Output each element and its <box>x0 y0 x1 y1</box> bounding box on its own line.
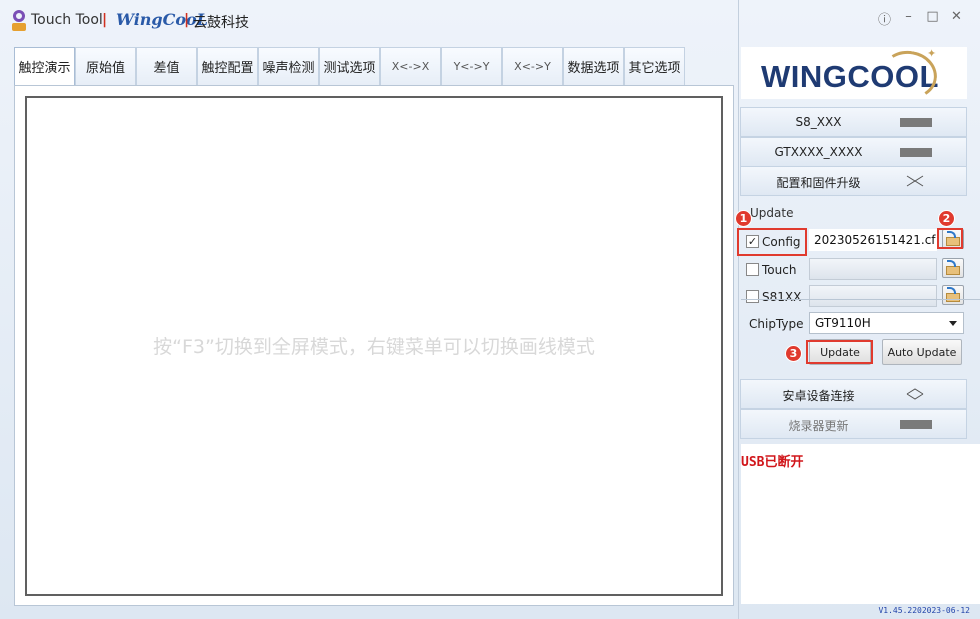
status-block-icon <box>900 118 932 127</box>
touch-demo-panel: 按“F3”切换到全屏模式，右键菜单可以切换画线模式 <box>14 85 734 606</box>
maximize-icon[interactable]: □ <box>925 9 940 28</box>
tab-diff-value[interactable]: 差值 <box>136 47 197 85</box>
refresh-arrow-icon <box>947 260 956 267</box>
s81xx-checkbox[interactable] <box>746 290 759 303</box>
tab-other-options[interactable]: 其它选项 <box>624 47 685 85</box>
title-bar: Touch Tool | WingCooL | 云鼓科技 <box>0 0 740 42</box>
config-path-field[interactable]: 20230526151421.cfg <box>809 229 937 251</box>
expand-chevron-icon <box>906 388 924 400</box>
log-message: USB已断开 <box>741 455 804 470</box>
logo-star-icon: ✦ <box>927 47 937 60</box>
auto-update-button[interactable]: Auto Update <box>882 339 962 365</box>
chiptype-select[interactable]: GT9110H <box>809 312 964 334</box>
s81xx-row: S81XX <box>746 285 968 309</box>
tab-x-y[interactable]: X<->Y <box>502 47 563 85</box>
canvas-hint: 按“F3”切换到全屏模式，右键菜单可以切换画线模式 <box>153 336 595 358</box>
touch-checkbox[interactable] <box>746 263 759 276</box>
device-gtx-label: GTXXXX_XXXX <box>774 145 863 159</box>
tab-test-options[interactable]: 测试选项 <box>319 47 380 85</box>
s81xx-browse-button[interactable] <box>942 285 964 305</box>
title-separator-2: | <box>184 12 190 28</box>
tab-y-y[interactable]: Y<->Y <box>441 47 502 85</box>
tab-noise-detect[interactable]: 噪声检测 <box>258 47 319 85</box>
status-block-icon <box>900 148 932 157</box>
tab-data-options[interactable]: 数据选项 <box>563 47 624 85</box>
app-title: Touch Tool <box>31 12 103 28</box>
status-block-icon <box>900 420 932 429</box>
app-logo-icon <box>12 10 26 32</box>
s81xx-path-field[interactable] <box>809 285 937 307</box>
annotation-box-update <box>806 340 873 364</box>
touch-browse-button[interactable] <box>942 258 964 278</box>
title-separator: | <box>102 12 108 28</box>
config-firmware-label: 配置和固件升级 <box>776 176 861 190</box>
touch-label[interactable]: Touch <box>762 263 796 277</box>
folder-icon <box>946 293 960 302</box>
android-connect-label: 安卓设备连接 <box>782 389 855 403</box>
window-controls: ⓘ – □ ✕ <box>877 9 964 28</box>
folder-icon <box>946 266 960 275</box>
chevron-down-icon <box>949 321 957 326</box>
tab-x-x[interactable]: X<->X <box>380 47 441 85</box>
annotation-box-browse <box>937 228 963 249</box>
tab-touch-config[interactable]: 触控配置 <box>197 47 258 85</box>
collapse-chevron-icon <box>906 175 924 187</box>
right-panel: ⓘ – □ ✕ WINGCOOL ✦ S8_XXX GTXXXX_XXXX 配置… <box>735 0 980 619</box>
close-icon[interactable]: ✕ <box>949 9 964 28</box>
annotation-marker-1: 1 <box>735 210 752 227</box>
android-connect-bar[interactable]: 安卓设备连接 <box>740 379 967 409</box>
wingcool-logo: WINGCOOL ✦ <box>741 46 967 104</box>
chiptype-value: GT9110H <box>815 316 871 330</box>
annotation-marker-2: 2 <box>938 210 955 227</box>
annotation-marker-3: 3 <box>785 345 802 362</box>
s81xx-label[interactable]: S81XX <box>762 290 801 304</box>
chiptype-label: ChipType <box>749 317 804 331</box>
config-firmware-upgrade-bar[interactable]: 配置和固件升级 <box>740 166 967 196</box>
tab-raw-value[interactable]: 原始值 <box>75 47 136 85</box>
touch-path-field[interactable] <box>809 258 937 280</box>
update-group-title: Update <box>750 206 794 220</box>
device-s8-bar[interactable]: S8_XXX <box>740 107 967 137</box>
company-name: 云鼓科技 <box>193 15 249 31</box>
minimize-icon[interactable]: – <box>901 9 916 28</box>
touch-row: Touch <box>746 258 968 282</box>
refresh-arrow-icon <box>947 287 956 294</box>
annotation-box-config <box>737 228 807 256</box>
burner-update-label: 烧录器更新 <box>788 419 849 433</box>
tab-bar: 触控演示 原始值 差值 触控配置 噪声检测 测试选项 X<->X Y<->Y X… <box>14 47 685 85</box>
version-label: V1.45.2202023-06-12 <box>878 606 970 615</box>
log-panel: USB已断开 <box>741 444 980 604</box>
burner-update-bar[interactable]: 烧录器更新 <box>740 409 967 439</box>
device-s8-label: S8_XXX <box>795 115 842 129</box>
info-icon[interactable]: ⓘ <box>877 9 892 28</box>
group-divider <box>741 299 980 300</box>
tab-touch-demo[interactable]: 触控演示 <box>14 47 75 85</box>
drawing-canvas[interactable]: 按“F3”切换到全屏模式，右键菜单可以切换画线模式 <box>25 96 723 596</box>
device-gtx-bar[interactable]: GTXXXX_XXXX <box>740 137 967 167</box>
